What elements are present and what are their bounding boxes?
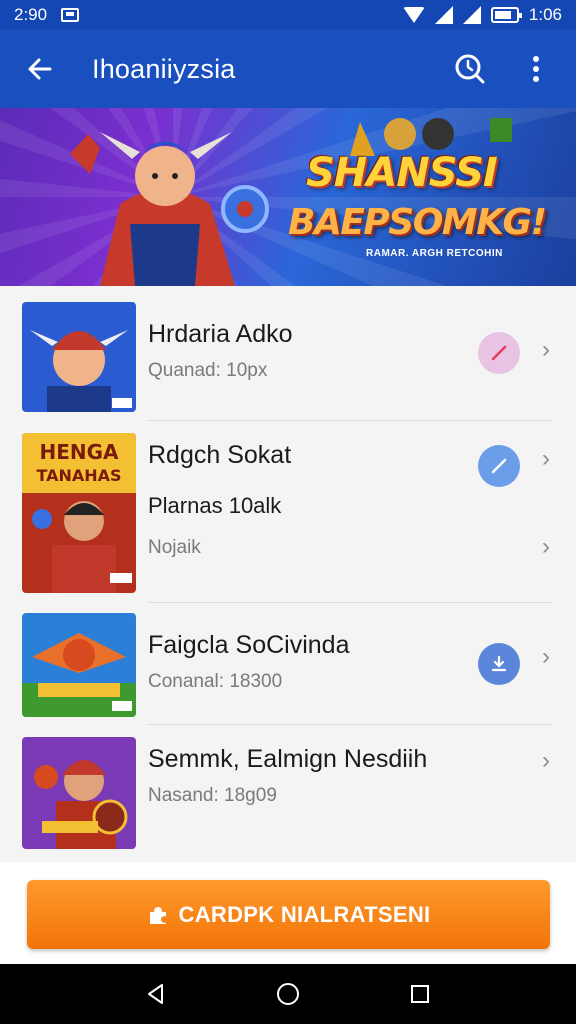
list-item[interactable]: Semmk, Ealmign Nesdiih Nasand: 18g09 › [0,725,576,862]
item-subtitle: Nojaik [148,537,201,558]
primary-cta-button[interactable]: CARDPK NIALRATSENI [27,880,550,949]
banner-title-line1: SHANSSI [306,150,498,196]
item-subtitle: Nasand: 18g09 [148,785,277,806]
game-thumbnail [22,613,136,717]
game-list: Hrdaria Adko Quanad: 10px › HENGA TANAHA… [0,286,576,862]
game-thumbnail: HENGA TANAHAS [22,433,136,593]
nav-back-button[interactable] [134,972,178,1016]
cta-label: CARDPK NIALRATSENI [178,901,431,927]
item-subtitle: Conanal: 18300 [148,671,283,692]
chevron-right-icon: › [542,747,550,774]
item-action-button[interactable] [478,445,520,487]
wifi-icon [402,7,425,23]
slash-icon [491,345,507,361]
list-item[interactable]: HENGA TANAHAS Rdgch Sokat Plarnas 10alk … [0,421,576,603]
notification-icon [61,8,80,22]
battery-icon [490,7,522,23]
puzzle-icon [149,906,166,924]
app-bar: Ihoaniiyzsia [0,30,576,108]
signal-icon [434,6,453,24]
nav-recents-button[interactable] [398,972,442,1016]
item-action-button[interactable] [478,332,520,374]
status-bar: 2:90 1:06 [0,0,576,30]
nav-back-icon [148,984,163,1004]
nav-home-button[interactable] [266,972,310,1016]
item-middle-text: Plarnas 10alk [148,493,282,518]
chevron-right-icon: › [542,445,550,472]
nav-home-icon [277,983,299,1005]
hero-character-image [70,132,269,286]
status-time-left: 2:90 [14,5,48,24]
svg-text:TANAHAS: TANAHAS [36,466,121,485]
edit-icon [491,458,507,474]
download-icon [491,655,507,672]
promo-banner[interactable]: SHANSSI BAEPSOMKG! RAMAR. ARGH RETCOHIN [0,108,576,286]
signal-icon-2 [462,6,481,24]
nav-recents-icon [411,985,429,1003]
search-icon [455,54,485,84]
item-subtitle: Quanad: 10px [148,360,268,381]
svg-text:HENGA: HENGA [39,440,119,464]
list-item[interactable]: Faigcla SoCivinda Conanal: 18300 › [0,603,576,725]
game-thumbnail [22,302,136,412]
game-thumbnail [22,737,136,849]
search-button[interactable] [448,47,492,91]
item-title: Faigcla SoCivinda [148,631,350,659]
more-options-button[interactable] [514,47,558,91]
status-time-right: 1:06 [528,5,562,24]
back-arrow-icon [28,58,52,80]
more-vert-icon [533,56,539,82]
chevron-right-icon: › [542,643,550,670]
list-item[interactable]: Hrdaria Adko Quanad: 10px › [0,286,576,421]
banner-title-line2: BAEPSOMKG! [288,202,547,243]
item-action-button[interactable] [478,643,520,685]
item-title: Rdgch Sokat [148,441,292,469]
item-title: Semmk, Ealmign Nesdiih [148,745,428,773]
back-button[interactable] [18,47,62,91]
chevron-right-icon: › [542,533,550,560]
item-title: Hrdaria Adko [148,320,293,348]
system-nav-bar [0,964,576,1024]
chevron-right-icon: › [542,336,550,363]
banner-subtitle: RAMAR. ARGH RETCOHIN [366,248,503,259]
app-title: Ihoaniiyzsia [92,53,236,84]
bottom-action-area: CARDPK NIALRATSENI [0,862,576,964]
